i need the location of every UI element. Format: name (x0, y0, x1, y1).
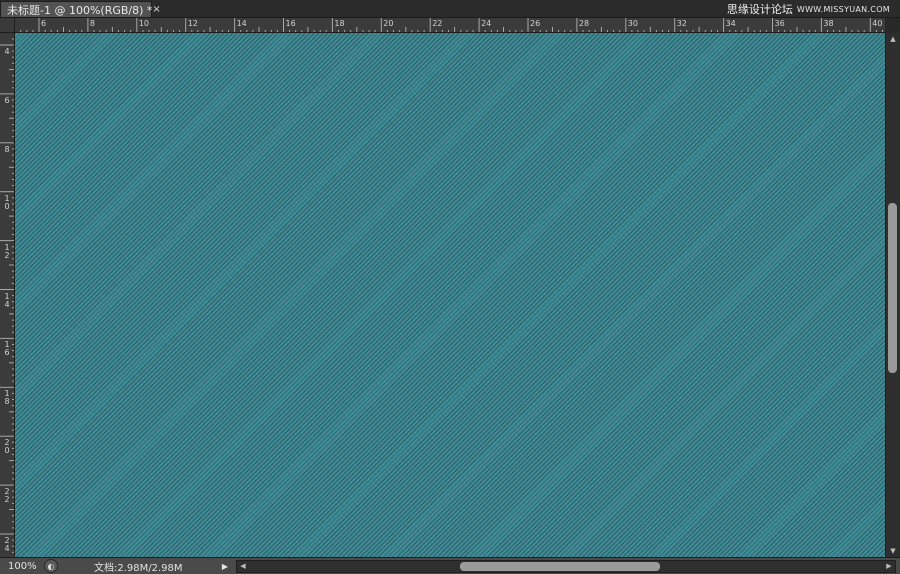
horizontal-ruler-label: 28 (578, 19, 590, 28)
vertical-ruler[interactable]: 4 6 8 10 12 14 16 18 20 22 24 (0, 33, 15, 557)
horizontal-ruler-label: 12 (187, 19, 198, 28)
horizontal-ruler-label: 38 (823, 19, 834, 28)
watermark: 思缘设计论坛 WWW.MISSYUAN.COM (727, 2, 890, 16)
document-tab[interactable]: 未标题-1 @ 100%(RGB/8) * × (0, 1, 161, 17)
vertical-ruler-label: 20 (4, 438, 10, 456)
scroll-right-icon[interactable]: ▶ (883, 561, 895, 572)
status-bar: 100% ◐ 文档:2.98M/2.98M ▶ ◀ ▶ (0, 557, 900, 574)
vertical-ruler-label: 18 (4, 389, 10, 407)
vertical-ruler-label: 4 (4, 47, 10, 56)
horizontal-ruler-label: 10 (138, 19, 149, 28)
horizontal-ruler-label: 22 (432, 19, 443, 28)
vertical-ruler-label: 24 (4, 536, 10, 553)
horizontal-ruler-label: 26 (530, 19, 541, 28)
vertical-ruler-label: 6 (4, 95, 10, 105)
status-menu-arrow-icon[interactable]: ▶ (218, 562, 232, 571)
horizontal-scrollbar[interactable]: ◀ ▶ (236, 559, 896, 573)
horizontal-scroll-thumb[interactable] (460, 561, 660, 571)
horizontal-ruler-label: 16 (285, 19, 296, 28)
horizontal-ruler-label: 24 (481, 19, 492, 28)
scroll-up-icon[interactable]: ▲ (886, 33, 900, 45)
vertical-ruler-label: 14 (4, 291, 10, 309)
vertical-ruler-label: 12 (4, 242, 10, 260)
watermark-site: WWW.MISSYUAN.COM (796, 4, 890, 14)
zoom-level[interactable]: 100% (0, 561, 38, 572)
horizontal-ruler-label: 36 (774, 19, 785, 28)
horizontal-ruler-label: 30 (627, 19, 638, 28)
document-size: 文档:2.98M/2.98M (94, 562, 183, 574)
vertical-ruler-label: 8 (4, 144, 10, 154)
status-info-icon[interactable]: ◐ (44, 559, 58, 573)
vertical-ruler-label: 10 (4, 193, 10, 211)
vertical-scroll-thumb[interactable] (888, 203, 897, 373)
document-tab-title: 未标题-1 @ 100%(RGB/8) * (7, 3, 153, 17)
horizontal-ruler-label: 6 (41, 19, 47, 28)
horizontal-ruler-label: 34 (725, 19, 736, 28)
horizontal-ruler-label: 40 (872, 19, 883, 28)
horizontal-ruler-label: 14 (236, 19, 247, 28)
horizontal-ruler-label: 32 (676, 19, 687, 28)
horizontal-ruler-label: 8 (89, 19, 95, 28)
scroll-down-icon[interactable]: ▼ (886, 545, 900, 557)
vertical-ruler-label: 22 (4, 487, 10, 505)
ruler-origin-corner[interactable] (0, 18, 15, 33)
scroll-left-icon[interactable]: ◀ (237, 561, 249, 572)
horizontal-ruler-label: 20 (383, 19, 394, 28)
vertical-ruler-label: 16 (4, 340, 10, 358)
document-tab-bar: 未标题-1 @ 100%(RGB/8) * × 思缘设计论坛 WWW.MISSY… (0, 0, 900, 18)
close-tab-icon[interactable]: × (152, 4, 160, 15)
watermark-text: 思缘设计论坛 (726, 3, 793, 16)
document-canvas[interactable] (15, 33, 885, 557)
horizontal-ruler-label: 18 (334, 19, 345, 28)
horizontal-ruler[interactable]: 6 8 10 12 14 16 18 20 22 24 26 28 30 32 34 36 38 40 (15, 18, 885, 33)
vertical-scrollbar[interactable]: ▲ ▼ (885, 33, 900, 557)
